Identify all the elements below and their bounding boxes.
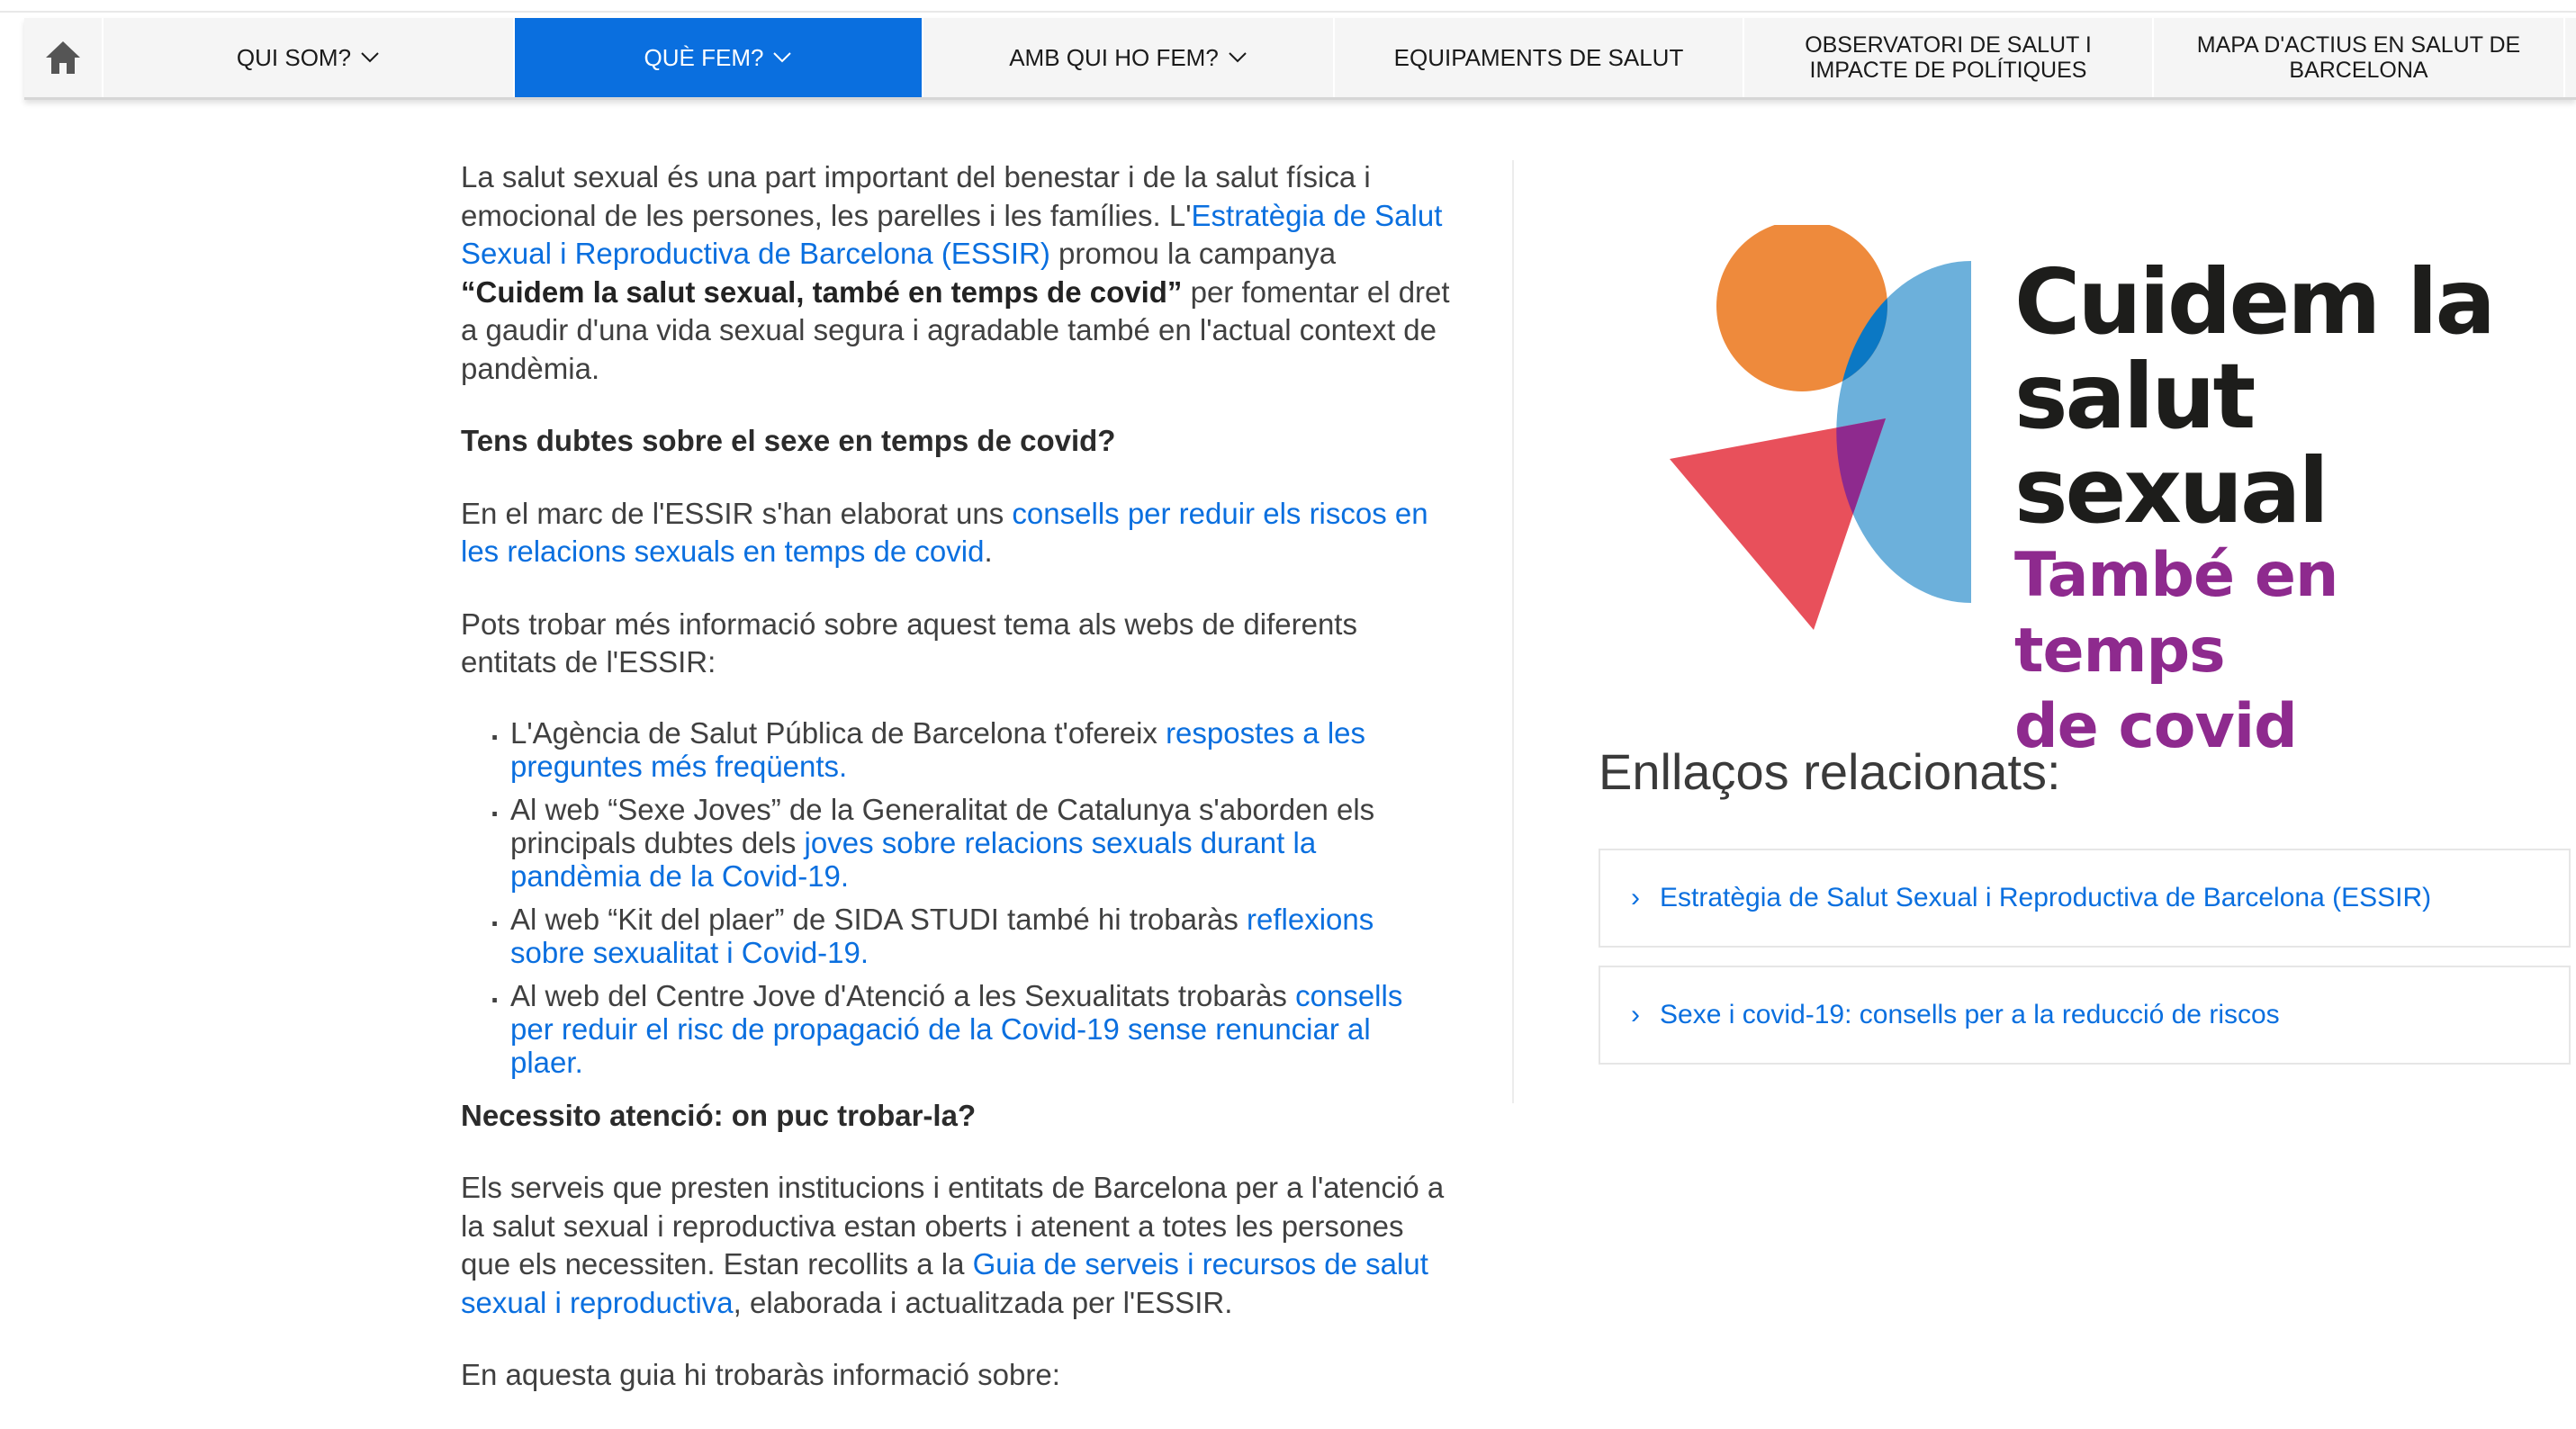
logo-line-2: salut sexual [2014, 344, 2329, 544]
logo-line-1: Cuidem la [2014, 249, 2496, 355]
campaign-name: “Cuidem la salut sexual, també en temps … [461, 274, 1183, 309]
top-strip [0, 0, 2576, 13]
nav-item-qui-som[interactable]: QUI SOM? [104, 18, 515, 97]
nav-item-label: OBSERVATORI DE SALUT I IMPACTE DE POLÍTI… [1805, 32, 2092, 83]
column-divider [1512, 160, 1514, 1103]
chevron-right-icon: › [1631, 883, 1640, 912]
main-navigation: QUI SOM? QUÈ FEM? AMB QUI HO FEM? EQUIPA… [24, 18, 2576, 100]
list-item-text: Al web del Centre Jove d'Atenció a les S… [510, 978, 1296, 1012]
home-button[interactable] [24, 18, 104, 97]
logo-line-4: de covid [2014, 691, 2298, 762]
chevron-down-icon [773, 52, 792, 63]
nav-item-equipaments-de-salut[interactable]: EQUIPAMENTS DE SALUT [1335, 18, 1744, 97]
chevron-down-icon [1229, 52, 1247, 63]
nav-item-label: EQUIPAMENTS DE SALUT [1393, 44, 1684, 71]
list-item-link-end[interactable]: . [841, 859, 849, 893]
nav-item-observatori[interactable]: OBSERVATORI DE SALUT I IMPACTE DE POLÍTI… [1744, 18, 2154, 97]
list-item-link-end[interactable]: . [860, 936, 869, 969]
list-item: Al web “Kit del plaer” de SIDA STUDI tam… [491, 899, 1451, 969]
home-icon [46, 41, 80, 74]
paragraph: Els serveis que presten institucions i e… [461, 1169, 1451, 1322]
paragraph: En el marc de l'ESSIR s'han elaborat uns… [461, 495, 1451, 571]
related-link-sexe-covid[interactable]: › Sexe i covid-19: consells per a la red… [1599, 966, 2571, 1065]
nav-item-label: QUI SOM? [236, 44, 352, 71]
campaign-logo-graphic [1670, 225, 1971, 630]
chevron-right-icon: › [1631, 1000, 1640, 1029]
logo-text: Cuidem la salut sexual També en temps de… [2014, 255, 2565, 765]
campaign-logo: Cuidem la salut sexual També en temps de… [1665, 225, 2565, 762]
article-body: La salut sexual és una part important de… [461, 158, 1451, 1429]
chevron-down-icon [361, 52, 379, 63]
paragraph-text: . [984, 535, 993, 568]
intro-paragraph: La salut sexual és una part important de… [461, 158, 1451, 388]
related-link-essir[interactable]: › Estratègia de Salut Sexual i Reproduct… [1599, 849, 2571, 948]
list-item-link-end[interactable]: . [839, 750, 847, 783]
list-item: Al web “Sexe Joves” de la Generalitat de… [491, 789, 1451, 893]
related-links-title: Enllaços relacionats: [1599, 743, 2061, 800]
list-item-text: L'Agència de Salut Pública de Barcelona … [510, 715, 1166, 750]
list-item: L'Agència de Salut Pública de Barcelona … [491, 713, 1451, 783]
section-heading: Tens dubtes sobre el sexe en temps de co… [461, 424, 1116, 457]
nav-item-label: AMB QUI HO FEM? [1009, 44, 1219, 71]
related-link-label: Sexe i covid-19: consells per a la reduc… [1660, 1000, 2280, 1029]
nav-item-amb-qui-ho-fem[interactable]: AMB QUI HO FEM? [923, 18, 1335, 97]
section-heading: Necessito atenció: on puc trobar-la? [461, 1098, 977, 1132]
paragraph: Pots trobar més informació sobre aquest … [461, 607, 1357, 679]
related-link-label: Estratègia de Salut Sexual i Reproductiv… [1660, 883, 2432, 912]
logo-line-3: També en temps [2014, 540, 2338, 687]
list-item-link-end[interactable]: . [575, 1046, 583, 1079]
intro-text: promou la campanya [1049, 237, 1337, 270]
paragraph: En aquesta guia hi trobaràs informació s… [461, 1358, 1060, 1391]
resources-list: L'Agència de Salut Pública de Barcelona … [461, 713, 1451, 1079]
paragraph-text: , elaborada i actualitzada per l'ESSIR. [733, 1285, 1233, 1319]
nav-item-label: MAPA D'ACTIUS EN SALUT DE BARCELONA [2196, 32, 2521, 83]
nav-item-label: QUÈ FEM? [644, 44, 764, 71]
nav-item-que-fem[interactable]: QUÈ FEM? [515, 18, 923, 97]
list-item-text: Al web “Kit del plaer” de SIDA STUDI tam… [510, 902, 1247, 936]
nav-item-mapa-actius[interactable]: MAPA D'ACTIUS EN SALUT DE BARCELONA [2154, 18, 2565, 97]
list-item: Al web del Centre Jove d'Atenció a les S… [491, 975, 1451, 1079]
paragraph-text: En el marc de l'ESSIR s'han elaborat uns [461, 496, 1013, 530]
